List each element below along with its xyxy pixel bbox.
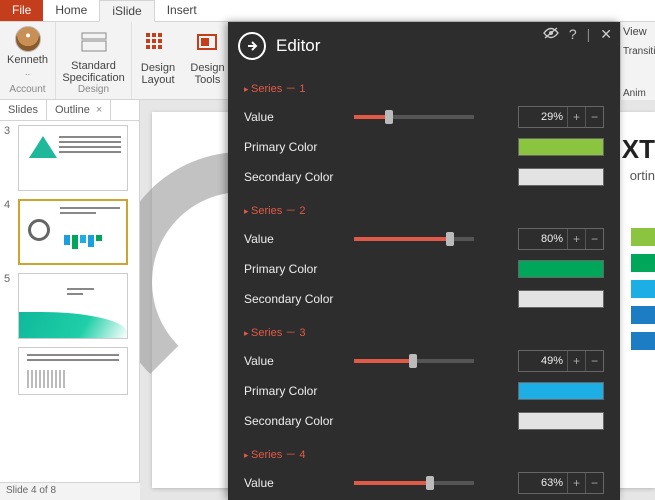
value-slider[interactable] [354, 359, 474, 363]
spec-label: Standard Specification [62, 60, 124, 84]
tab-view-partial[interactable]: View [623, 26, 653, 46]
editor-body[interactable]: Series － 1Value29%+−Primary ColorSeconda… [228, 70, 620, 500]
increment-button[interactable]: + [567, 473, 585, 493]
slide-thumb-3[interactable] [18, 125, 128, 191]
thumbnails-pane: Slides Outline× 3 4 [0, 100, 140, 500]
increment-button[interactable]: + [567, 229, 585, 249]
slide-thumb-5[interactable] [18, 273, 128, 339]
design-group-label: Design [78, 84, 109, 95]
slide-thumb-6[interactable] [18, 347, 128, 395]
tab-home[interactable]: Home [43, 0, 99, 21]
arrow-right-icon [245, 39, 259, 53]
series-header[interactable]: Series － 1 [244, 80, 604, 96]
value-label: Value [244, 476, 346, 490]
thumb-number: 5 [4, 273, 14, 285]
editor-panel: ? | ✕ Editor Series － 1Value29%+−Primary… [228, 22, 620, 500]
series-header[interactable]: Series － 3 [244, 324, 604, 340]
ribbon-tools[interactable]: Design Tools [184, 22, 232, 99]
tab-insert[interactable]: Insert [155, 0, 209, 21]
tab-islide[interactable]: iSlide [99, 0, 154, 22]
decrement-button[interactable]: − [585, 107, 603, 127]
slide-subtitle-partial: ortin [630, 168, 655, 183]
thumb-number: 4 [4, 199, 14, 211]
value-display: 49% [519, 355, 567, 367]
thumbs-tab-outline[interactable]: Outline× [47, 100, 111, 120]
close-panel-icon[interactable]: ✕ [600, 26, 612, 43]
primary-color-label: Primary Color [244, 384, 346, 398]
value-label: Value [244, 232, 346, 246]
help-icon[interactable]: ? [569, 26, 577, 43]
spec-icon [80, 31, 108, 53]
ribbon-tabs: File Home iSlide Insert [0, 0, 655, 22]
value-display: 80% [519, 233, 567, 245]
context-tabs: View Transiti Anim [620, 22, 655, 100]
status-bar: Slide 4 of 8 [0, 482, 140, 500]
account-name: Kenneth [7, 54, 48, 66]
decrement-button[interactable]: − [585, 351, 603, 371]
editor-title: Editor [276, 36, 320, 56]
increment-button[interactable]: + [567, 351, 585, 371]
series-header[interactable]: Series － 4 [244, 446, 604, 462]
increment-button[interactable]: + [567, 107, 585, 127]
avatar-icon [15, 26, 41, 52]
ribbon-spec[interactable]: Standard Specification Design [56, 22, 132, 99]
ribbon-account[interactable]: Kenneth .. Account [0, 22, 56, 99]
account-sub: .. [25, 68, 30, 78]
decrement-button[interactable]: − [585, 473, 603, 493]
back-button[interactable] [238, 32, 266, 60]
close-icon[interactable]: × [96, 104, 102, 116]
series-header[interactable]: Series － 2 [244, 202, 604, 218]
slide-title-partial: XT [622, 134, 655, 165]
value-stepper: 29%+− [518, 106, 604, 128]
tab-transitions-partial[interactable]: Transiti [623, 46, 653, 66]
primary-color-swatch[interactable] [518, 382, 604, 400]
secondary-color-label: Secondary Color [244, 292, 346, 306]
secondary-color-swatch[interactable] [518, 412, 604, 430]
value-label: Value [244, 354, 346, 368]
tools-label: Design Tools [190, 62, 224, 86]
slide-thumb-4[interactable] [18, 199, 128, 265]
value-stepper: 63%+− [518, 472, 604, 494]
thumbs-tab-slides[interactable]: Slides [0, 100, 47, 120]
value-display: 63% [519, 477, 567, 489]
secondary-color-swatch[interactable] [518, 290, 604, 308]
secondary-color-label: Secondary Color [244, 414, 346, 428]
value-slider[interactable] [354, 115, 474, 119]
value-label: Value [244, 110, 346, 124]
value-display: 29% [519, 111, 567, 123]
value-stepper: 80%+− [518, 228, 604, 250]
primary-color-swatch[interactable] [518, 138, 604, 156]
value-stepper: 49%+− [518, 350, 604, 372]
value-slider[interactable] [354, 481, 474, 485]
decrement-button[interactable]: − [585, 229, 603, 249]
chart-legend-chips [631, 228, 655, 350]
visibility-icon[interactable] [543, 26, 559, 43]
grid-icon [146, 33, 170, 53]
thumb-number: 3 [4, 125, 14, 137]
secondary-color-swatch[interactable] [518, 168, 604, 186]
primary-color-swatch[interactable] [518, 260, 604, 278]
tab-file[interactable]: File [0, 0, 43, 21]
primary-color-label: Primary Color [244, 140, 346, 154]
ribbon-layout[interactable]: Design Layout [132, 22, 184, 99]
tools-icon [196, 33, 220, 53]
value-slider[interactable] [354, 237, 474, 241]
secondary-color-label: Secondary Color [244, 170, 346, 184]
primary-color-label: Primary Color [244, 262, 346, 276]
layout-label: Design Layout [141, 62, 175, 86]
account-group-label: Account [9, 84, 45, 95]
